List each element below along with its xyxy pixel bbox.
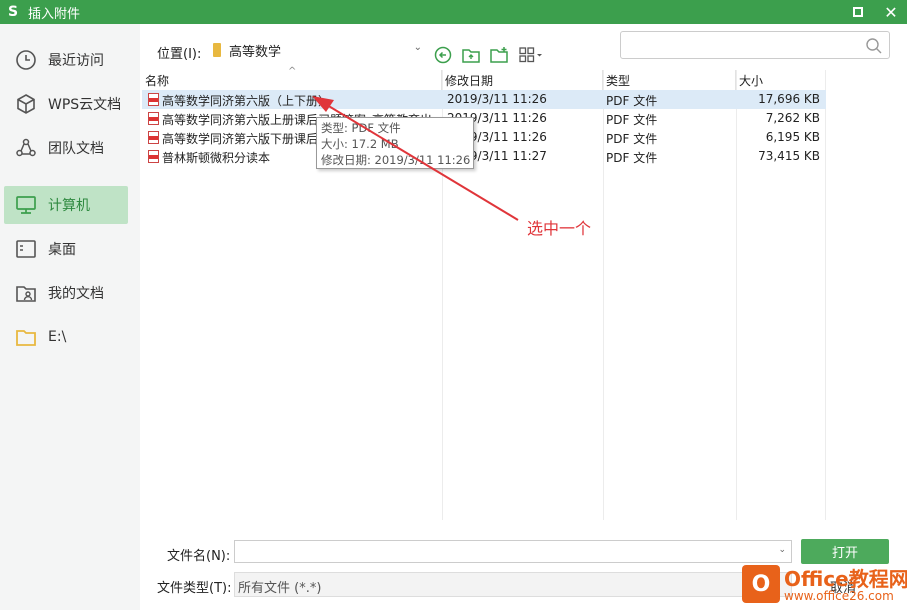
file-type: PDF 文件 bbox=[606, 151, 658, 165]
view-mode-button[interactable] bbox=[518, 45, 546, 65]
location-label: 位置(I): bbox=[157, 47, 202, 62]
sidebar-item-label: 计算机 bbox=[48, 198, 90, 214]
back-icon bbox=[434, 46, 452, 64]
title-bar: S 插入附件 ✕ bbox=[0, 0, 907, 24]
location-value: 高等数学 bbox=[229, 44, 282, 60]
tooltip-type: 类型: PDF 文件 bbox=[321, 121, 401, 135]
file-size: 73,415 KB bbox=[758, 149, 820, 163]
file-type: PDF 文件 bbox=[606, 113, 658, 127]
file-size: 17,696 KB bbox=[758, 92, 820, 106]
cube-icon bbox=[14, 92, 38, 116]
new-folder-button[interactable] bbox=[489, 45, 509, 65]
column-header-name[interactable]: 名称 bbox=[142, 70, 442, 90]
sidebar-item-label: 团队文档 bbox=[48, 141, 104, 157]
column-header-date[interactable]: 修改日期 bbox=[442, 70, 603, 90]
file-row[interactable]: 普林斯顿微积分读本 2019/3/11 11:27 PDF 文件 73,415 … bbox=[142, 147, 826, 166]
pdf-file-icon bbox=[148, 150, 159, 163]
file-type: PDF 文件 bbox=[606, 94, 658, 108]
folder-icon bbox=[213, 43, 221, 57]
maximize-button[interactable] bbox=[843, 0, 873, 24]
file-type: PDF 文件 bbox=[606, 132, 658, 146]
desktop-icon bbox=[14, 237, 38, 261]
sidebar-item-wps-cloud[interactable]: WPS云文档 bbox=[4, 85, 128, 123]
file-date: 2019/3/11 11:26 bbox=[447, 92, 547, 106]
file-tooltip: 类型: PDF 文件 大小: 17.2 MB 修改日期: 2019/3/11 1… bbox=[316, 117, 474, 169]
filetype-value: 所有文件 (*.*) bbox=[238, 581, 322, 596]
grid-view-icon bbox=[519, 47, 542, 63]
tooltip-modified: 修改日期: 2019/3/11 11:26 bbox=[321, 153, 471, 167]
file-row[interactable]: 高等数学同济第六版上册课后习题答案_高等教育出 2019/3/11 11:26 … bbox=[142, 109, 826, 128]
search-icon bbox=[866, 38, 882, 54]
chevron-down-icon: ⌄ bbox=[778, 545, 786, 555]
team-icon bbox=[14, 136, 38, 160]
pdf-file-icon bbox=[148, 112, 159, 125]
back-button[interactable] bbox=[433, 45, 453, 65]
file-size: 7,262 KB bbox=[765, 111, 820, 125]
user-folder-icon bbox=[14, 281, 38, 305]
filename-input[interactable]: ⌄ bbox=[234, 540, 792, 563]
sidebar-item-team-docs[interactable]: 团队文档 bbox=[4, 129, 128, 167]
location-dropdown[interactable]: 高等数学 ⌄ bbox=[213, 39, 426, 61]
sidebar-item-drive-e[interactable]: E:\ bbox=[4, 318, 128, 356]
filename-label: 文件名(N): bbox=[167, 549, 231, 564]
watermark: O Office教程网 www.office26.com bbox=[742, 563, 907, 610]
window-title: 插入附件 bbox=[28, 6, 81, 22]
close-button[interactable]: ✕ bbox=[876, 0, 906, 24]
up-folder-icon bbox=[462, 49, 480, 63]
file-row[interactable]: 高等数学同济第六版下册课后习题答案 2019/3/11 11:26 PDF 文件… bbox=[142, 128, 826, 147]
file-name: 高等数学同济第六版（上下册） bbox=[162, 94, 331, 108]
sidebar-item-desktop[interactable]: 桌面 bbox=[4, 230, 128, 268]
annotation-text: 选中一个 bbox=[527, 219, 592, 238]
office-logo-icon: O bbox=[742, 565, 780, 603]
open-button[interactable]: 打开 bbox=[801, 539, 889, 564]
sidebar-item-my-docs[interactable]: 我的文档 bbox=[4, 274, 128, 312]
pdf-file-icon bbox=[148, 131, 159, 144]
file-size: 6,195 KB bbox=[765, 130, 820, 144]
maximize-icon bbox=[853, 7, 863, 17]
sidebar-item-label: E:\ bbox=[48, 329, 67, 345]
column-header-type[interactable]: 类型 bbox=[603, 70, 736, 90]
pdf-file-icon bbox=[148, 93, 159, 106]
column-header-size[interactable]: 大小 bbox=[736, 70, 826, 90]
sidebar-item-label: 最近访问 bbox=[48, 53, 104, 69]
watermark-url: www.office26.com bbox=[784, 589, 894, 603]
up-folder-button[interactable] bbox=[461, 45, 481, 65]
sidebar-item-computer[interactable]: 计算机 bbox=[4, 186, 128, 224]
watermark-title: Office教程网 bbox=[784, 567, 907, 591]
chevron-down-icon: ⌄ bbox=[413, 42, 422, 53]
tooltip-size: 大小: 17.2 MB bbox=[321, 137, 399, 151]
sidebar-item-label: 我的文档 bbox=[48, 286, 104, 302]
file-list: ^ 名称 修改日期 类型 大小 高等数学同济第六版（上下册） 2019/3/11… bbox=[142, 66, 826, 520]
new-folder-icon bbox=[490, 47, 508, 63]
sidebar-item-label: WPS云文档 bbox=[48, 97, 122, 113]
clock-icon bbox=[14, 48, 38, 72]
monitor-icon bbox=[14, 193, 38, 217]
file-row[interactable]: 高等数学同济第六版（上下册） 2019/3/11 11:26 PDF 文件 17… bbox=[142, 90, 826, 109]
close-icon: ✕ bbox=[884, 2, 898, 22]
wps-logo-icon: S bbox=[7, 4, 19, 20]
search-input[interactable] bbox=[620, 31, 890, 59]
sidebar-item-recent[interactable]: 最近访问 bbox=[4, 41, 128, 79]
filetype-select[interactable]: 所有文件 (*.*) bbox=[234, 572, 792, 597]
filetype-label: 文件类型(T): bbox=[157, 581, 232, 596]
folder-icon bbox=[14, 325, 38, 349]
sidebar-item-label: 桌面 bbox=[48, 242, 76, 258]
sidebar: 最近访问 WPS云文档 团队文档 计算机 桌面 我的文档 E:\ bbox=[0, 24, 140, 610]
